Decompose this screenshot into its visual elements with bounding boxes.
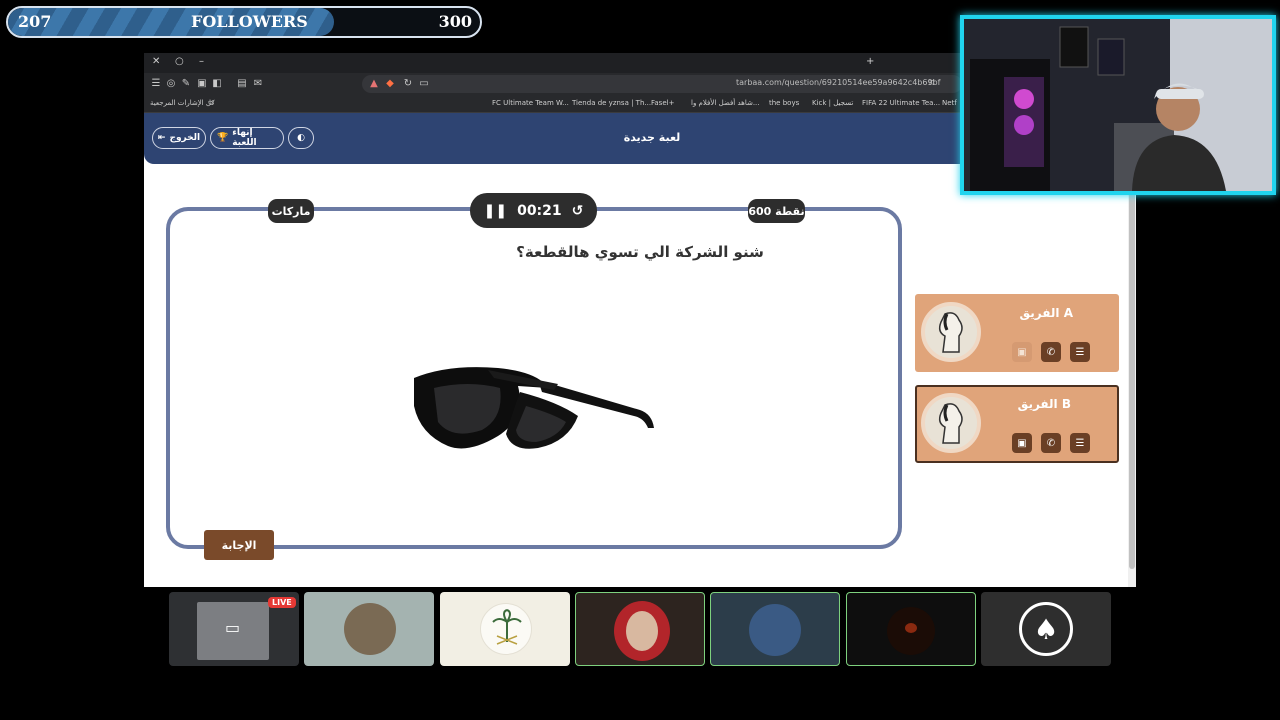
team-a-list-icon[interactable]: ☰ xyxy=(1070,342,1090,362)
exit-label: الخروج xyxy=(169,133,201,143)
folder-icon: ▭ xyxy=(208,98,215,106)
minimize-icon[interactable]: – xyxy=(199,56,204,67)
participant-avatar xyxy=(887,607,935,655)
webcam-feed xyxy=(960,15,1276,195)
palm-emblem-icon xyxy=(492,609,522,645)
participant-tile-screen[interactable]: ▭ LIVE xyxy=(169,592,299,666)
stream-stage: 207 FOLLOWERS 300 ✕ ○ – + ☰ ◎ ✎ ▣ ◧ ▤ ✉ … xyxy=(0,0,1280,720)
participant-avatar-detail xyxy=(905,623,917,633)
team-b-avatar xyxy=(921,393,981,453)
team-a-avatar xyxy=(921,302,981,362)
followers-label: FOLLOWERS xyxy=(191,12,308,31)
scrollbar-thumb[interactable] xyxy=(1129,169,1135,569)
bookmark-item[interactable]: Tienda de yznsa | Th... xyxy=(572,99,651,107)
spade-icon: ♠ xyxy=(1019,602,1073,656)
participant-tile-active[interactable] xyxy=(575,592,705,666)
team-b-photo-icon[interactable]: ▣ xyxy=(1012,433,1032,453)
cast-icon[interactable]: ▭ xyxy=(418,78,430,90)
sunglasses-image xyxy=(414,367,654,449)
chat-icon[interactable]: ✉ xyxy=(252,78,264,90)
exit-icon: ⇤ xyxy=(157,133,166,143)
extensions-icon[interactable]: ▤ xyxy=(236,78,248,90)
participant-avatar xyxy=(749,604,801,656)
reset-timer-icon[interactable]: ↺ xyxy=(572,203,584,219)
page-scrollbar[interactable] xyxy=(1128,163,1136,587)
bookmark-item[interactable]: the boys xyxy=(769,99,799,107)
participant-tile-active[interactable] xyxy=(710,592,840,666)
team-a-card: الفريق A ▣ ✆ ☰ xyxy=(915,294,1119,372)
pin-icon[interactable]: ✎ xyxy=(180,78,192,90)
horse-icon xyxy=(938,312,963,353)
close-icon[interactable]: ✕ xyxy=(152,56,160,67)
bookmark-item[interactable]: FC Ultimate Team W... xyxy=(492,99,569,107)
game-title: لعبة جديدة xyxy=(623,131,681,144)
answer-button[interactable]: الإجابة xyxy=(204,530,274,560)
bookmark-item[interactable]: FIFA 22 Ultimate Tea... xyxy=(862,99,940,107)
bookmark-item[interactable]: Netf xyxy=(942,99,957,107)
participant-face xyxy=(626,611,658,651)
menu-icon[interactable]: ☰ xyxy=(150,78,162,90)
category-badge: ماركات xyxy=(268,199,314,223)
timer: ❚❚ 00:21 ↺ xyxy=(470,193,597,228)
screenshot-icon[interactable]: ▣ xyxy=(196,78,208,90)
horse-icon xyxy=(938,403,963,444)
bookmarks-folder[interactable]: كل الإشارات المرجعية xyxy=(150,99,215,107)
shield-icon[interactable]: ◎ xyxy=(165,78,177,90)
team-b-name: الفريق B xyxy=(1017,397,1071,411)
team-b-card: الفريق B ▣ ✆ ☰ xyxy=(915,385,1119,463)
streamer-camera-image xyxy=(964,19,1272,191)
address-bar[interactable]: ▲ ◆ ↻ ▭ tarbaa.com/question/69210514ee59… xyxy=(362,75,962,93)
exit-button[interactable]: ⇤ الخروج xyxy=(152,127,206,149)
bookmark-icon[interactable]: ⌑ xyxy=(926,78,938,90)
participant-tile-active[interactable] xyxy=(846,592,976,666)
game-settings-button[interactable]: ◐ xyxy=(288,127,314,149)
live-badge: LIVE xyxy=(268,597,296,608)
participant-avatar xyxy=(480,603,532,655)
team-a-photo-icon[interactable]: ▣ xyxy=(1012,342,1032,362)
team-b-list-icon[interactable]: ☰ xyxy=(1070,433,1090,453)
brave-shield-icon[interactable]: ◆ xyxy=(384,78,396,90)
points-badge: 600 نقطة xyxy=(748,199,805,223)
participant-tile[interactable] xyxy=(304,592,434,666)
bookmark-item[interactable]: شاهد أفضل الأفلام وا... xyxy=(691,99,760,107)
participant-tile[interactable]: ♠ xyxy=(981,592,1111,666)
timer-value: 00:21 xyxy=(517,202,562,219)
question-text: شنو الشركة الي تسوي هالقطعة؟ xyxy=(516,243,764,261)
team-b-call-icon[interactable]: ✆ xyxy=(1041,433,1061,453)
palette-icon: ◐ xyxy=(297,133,305,143)
monitor-icon: ▭ xyxy=(225,618,241,637)
followers-goal: 300 xyxy=(438,12,472,31)
sidebar-icon[interactable]: ◧ xyxy=(211,78,223,90)
trophy-icon: 🏆 xyxy=(217,133,229,143)
followers-current: 207 xyxy=(18,12,52,31)
team-a-call-icon[interactable]: ✆ xyxy=(1041,342,1061,362)
participant-avatar xyxy=(344,603,396,655)
bookmark-item[interactable]: Kick | تسجيل xyxy=(812,99,853,107)
url-text: tarbaa.com/question/69210514ee59a9642c4b… xyxy=(736,78,941,87)
team-a-name: الفريق A xyxy=(1019,306,1073,320)
reload-icon[interactable]: ↻ xyxy=(402,78,414,90)
participant-tile[interactable] xyxy=(440,592,570,666)
followers-goal-bar: 207 FOLLOWERS 300 xyxy=(6,6,482,38)
bookmark-item[interactable]: Fasel+ xyxy=(651,99,674,107)
end-game-label: إنهاء اللعبة xyxy=(232,128,257,148)
end-game-button[interactable]: 🏆 إنهاء اللعبة xyxy=(210,127,284,149)
warning-icon: ▲ xyxy=(370,78,378,89)
new-tab-icon[interactable]: + xyxy=(866,56,874,67)
pause-icon[interactable]: ❚❚ xyxy=(484,203,507,219)
restore-icon[interactable]: ○ xyxy=(175,56,184,67)
